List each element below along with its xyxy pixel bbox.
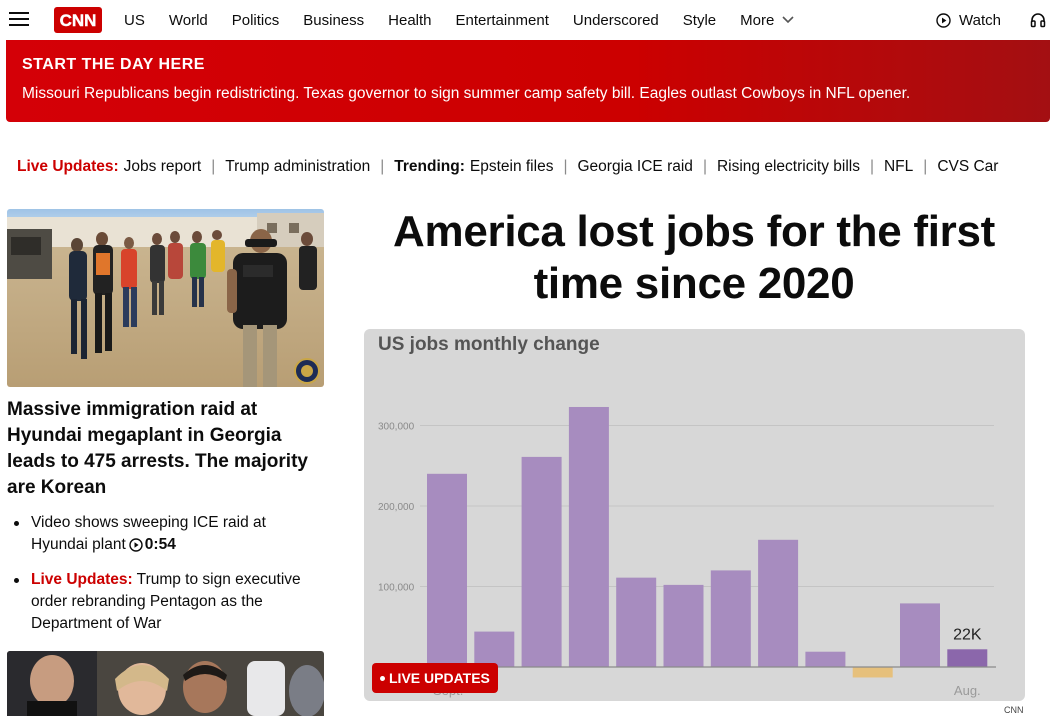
- bar: [568, 406, 609, 667]
- bar: [947, 649, 988, 667]
- trending-bar: Live Updates: Jobs report | Trump admini…: [17, 156, 1050, 178]
- svg-text:CNN: CNN: [60, 11, 97, 30]
- main-headline[interactable]: America lost jobs for the first time sin…: [364, 206, 1024, 310]
- divider: |: [869, 158, 874, 175]
- nav-health[interactable]: Health: [388, 12, 431, 29]
- trend-link-trump-administration[interactable]: Trump administration: [225, 158, 370, 176]
- menu-icon[interactable]: [9, 12, 29, 28]
- nav-more-label: More: [740, 11, 775, 29]
- nav-politics[interactable]: Politics: [232, 12, 280, 29]
- bar: [805, 651, 846, 667]
- cnn-logo-mark: CNN: [59, 11, 97, 30]
- jobs-chart-card[interactable]: 100,000200,000300,00022KSept.Aug. US job…: [364, 329, 1025, 701]
- bar: [616, 577, 657, 667]
- bar: [758, 539, 799, 667]
- nav-underscored[interactable]: Underscored: [573, 12, 659, 29]
- trend-link-nfl[interactable]: NFL: [884, 158, 913, 176]
- y-tick-label: 300,000: [378, 422, 415, 433]
- watch-button[interactable]: Watch: [936, 0, 1001, 40]
- trend-link-georgia-ice-raid[interactable]: Georgia ICE raid: [577, 158, 692, 176]
- banner-kicker: START THE DAY HERE: [22, 56, 205, 73]
- trending-label: Trending:: [394, 158, 465, 175]
- trend-link-epstein-files[interactable]: Epstein files: [470, 158, 554, 176]
- divider: |: [563, 158, 568, 175]
- top-header: CNN US World Politics Business Health En…: [0, 0, 1050, 40]
- nav-business[interactable]: Business: [303, 12, 364, 29]
- divider: |: [380, 158, 385, 175]
- x-end-label: Aug.: [954, 683, 981, 698]
- trend-link-electricity-bills[interactable]: Rising electricity bills: [717, 158, 860, 176]
- divider: |: [702, 158, 707, 175]
- cnn-logo[interactable]: CNN: [54, 7, 102, 33]
- bar: [663, 584, 704, 667]
- video-duration: 0:54: [144, 536, 176, 553]
- headphones-icon[interactable]: [1030, 12, 1046, 28]
- lead-story-headline[interactable]: Massive immigration raid at Hyundai mega…: [7, 397, 324, 501]
- crowd-image: [7, 651, 324, 716]
- nav-entertainment[interactable]: Entertainment: [456, 12, 549, 29]
- bar: [852, 667, 893, 678]
- related-link-live[interactable]: Live Updates: Trump to sign executive or…: [11, 569, 326, 635]
- bar: [900, 603, 940, 667]
- nav-world[interactable]: World: [169, 12, 208, 29]
- watch-label: Watch: [959, 11, 1001, 29]
- bar: [521, 456, 562, 667]
- live-updates-pill-label: LIVE UPDATES: [389, 670, 490, 686]
- bar: [427, 473, 467, 667]
- chart-title: US jobs monthly change: [378, 334, 600, 355]
- secondary-story-photo[interactable]: [7, 651, 324, 716]
- related-links: Video shows sweeping ICE raid at Hyundai…: [11, 512, 326, 648]
- jobs-bar-chart: 100,000200,000300,00022KSept.Aug.: [378, 406, 996, 698]
- play-circle-icon: [936, 12, 951, 28]
- trend-link-jobs-report[interactable]: Jobs report: [124, 158, 202, 176]
- trend-link-cvs[interactable]: CVS Car: [937, 158, 998, 176]
- y-tick-label: 200,000: [378, 502, 415, 513]
- main-nav: US World Politics Business Health Entert…: [124, 0, 818, 40]
- y-tick-label: 100,000: [378, 583, 415, 594]
- related-link-video[interactable]: Video shows sweeping ICE raid at Hyundai…: [11, 512, 326, 556]
- chart-credit: CNN: [1004, 705, 1024, 715]
- play-circle-icon: [129, 538, 143, 552]
- lead-story-photo[interactable]: [7, 209, 324, 387]
- live-dot-icon: [380, 675, 385, 681]
- live-updates-tag: Live Updates:: [31, 571, 133, 588]
- bar: [710, 570, 751, 667]
- nav-more[interactable]: More: [740, 12, 794, 29]
- chevron-down-icon: [782, 16, 794, 24]
- live-updates-button[interactable]: LIVE UPDATES: [372, 663, 498, 693]
- divider: |: [923, 158, 928, 175]
- bar: [474, 631, 515, 667]
- nav-us[interactable]: US: [124, 12, 145, 29]
- divider: |: [211, 158, 216, 175]
- banner-headline: Missouri Republicans begin redistricting…: [22, 85, 911, 102]
- raid-scene-image: [7, 209, 324, 387]
- nav-style[interactable]: Style: [683, 12, 716, 29]
- live-updates-label: Live Updates:: [17, 158, 119, 175]
- start-the-day-banner[interactable]: START THE DAY HERE Missouri Republicans …: [6, 40, 1050, 122]
- last-value-label: 22K: [953, 626, 982, 643]
